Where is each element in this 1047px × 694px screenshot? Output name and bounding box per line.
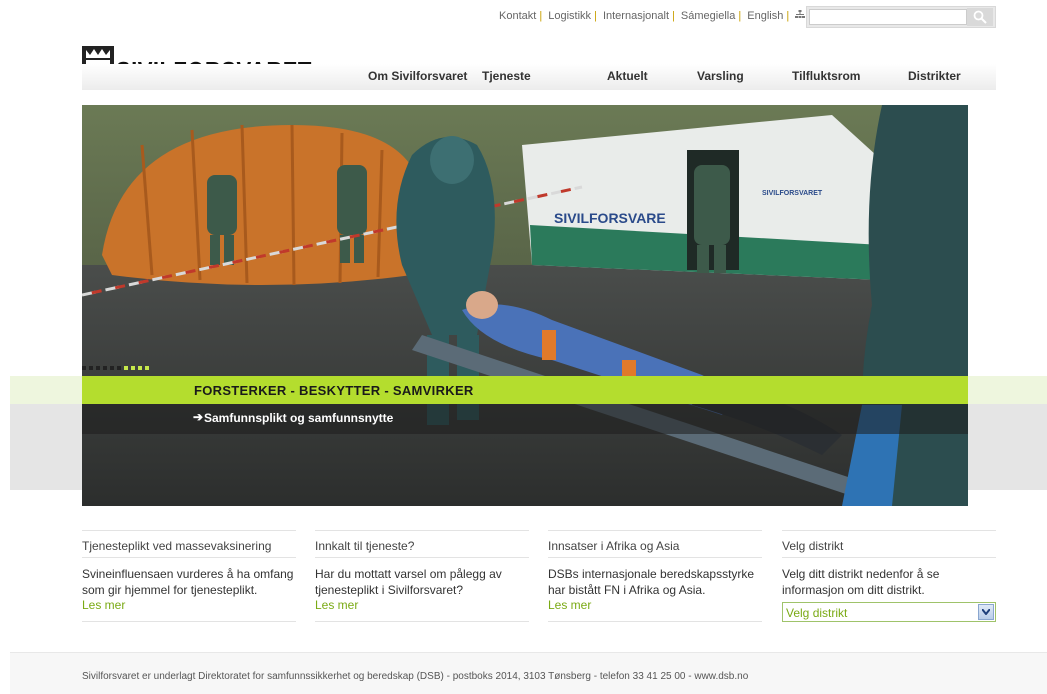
column-title: Velg distrikt xyxy=(782,539,844,553)
search-icon xyxy=(973,10,987,24)
read-more-link[interactable]: Les mer xyxy=(315,598,358,612)
slide-indicators xyxy=(82,366,149,370)
link-samegiella[interactable]: Sámegiella xyxy=(681,10,735,22)
column-velg-distrikt: Velg distrikt Velg ditt distrikt nedenfo… xyxy=(782,530,996,622)
column-text: DSBs internasjonale beredskapsstyrke har… xyxy=(548,567,755,597)
link-kontakt[interactable]: Kontakt xyxy=(499,10,536,22)
column-innkalt: Innkalt til tjeneste? Har du mottatt var… xyxy=(315,530,529,622)
sitemap-icon[interactable] xyxy=(795,10,806,22)
slide-dot[interactable] xyxy=(117,366,121,370)
column-text: Har du mottatt varsel om pålegg av tjene… xyxy=(315,567,502,597)
slide-dot[interactable] xyxy=(96,366,100,370)
caption-link[interactable]: Samfunnsplikt og samfunnsnytte xyxy=(204,411,393,425)
column-afrika-asia: Innsatser i Afrika og Asia DSBs internas… xyxy=(548,530,762,622)
slide-dot[interactable] xyxy=(110,366,114,370)
slide-dot[interactable] xyxy=(103,366,107,370)
utility-links: Kontakt | Logistikk | Internasjonalt | Sáme… xyxy=(499,10,806,22)
column-massevaksinering: Tjenesteplikt ved massevaksinering Svine… xyxy=(82,530,296,622)
read-more-link[interactable]: Les mer xyxy=(82,598,125,612)
nav-om-sivilforsvaret[interactable]: Om Sivilforsvaret xyxy=(368,69,467,83)
nav-distrikter[interactable]: Distrikter xyxy=(908,69,961,83)
link-internasjonalt[interactable]: Internasjonalt xyxy=(603,10,669,22)
read-more-link[interactable]: Les mer xyxy=(548,598,591,612)
nav-aktuelt[interactable]: Aktuelt xyxy=(607,69,648,83)
district-select[interactable]: Velg distrikt xyxy=(782,602,996,622)
main-nav: Om Sivilforsvaret Tjeneste Aktuelt Varsl… xyxy=(82,64,996,90)
column-text: Svineinfluensaen vurderes å ha omfang so… xyxy=(82,567,294,597)
column-title: Innkalt til tjeneste? xyxy=(315,539,415,553)
slide-dot[interactable] xyxy=(124,366,128,370)
nav-tjeneste[interactable]: Tjeneste xyxy=(482,69,531,83)
search-button[interactable] xyxy=(967,8,993,26)
slide-dot[interactable] xyxy=(131,366,135,370)
nav-tilfluktsrom[interactable]: Tilfluktsrom xyxy=(792,69,860,83)
chevron-down-icon[interactable] xyxy=(978,604,994,620)
link-english[interactable]: English xyxy=(747,10,783,22)
district-select-value: Velg distrikt xyxy=(786,606,848,620)
arrow-right-icon: ➔ xyxy=(193,410,204,424)
tent-label-small: SIVILFORSVARET xyxy=(762,190,823,197)
tent-label: SIVILFORSVARE xyxy=(554,210,666,226)
footer-text: Sivilforsvaret er underlagt Direktoratet… xyxy=(82,671,749,682)
column-text: Velg ditt distrikt nedenfor å se informa… xyxy=(782,567,940,597)
nav-varsling[interactable]: Varsling xyxy=(697,69,744,83)
column-title: Tjenesteplikt ved massevaksinering xyxy=(82,539,272,553)
slide-dot[interactable] xyxy=(145,366,149,370)
slide-dot[interactable] xyxy=(82,366,86,370)
hero-image[interactable]: SIVILFORSVARE SIVILFORSVARET xyxy=(82,105,968,506)
search-box xyxy=(806,6,996,28)
column-title: Innsatser i Afrika og Asia xyxy=(548,539,680,553)
search-input[interactable] xyxy=(809,9,967,25)
slogan-text: FORSTERKER - BESKYTTER - SAMVIRKER xyxy=(194,383,474,398)
slide-dot[interactable] xyxy=(89,366,93,370)
link-logistikk[interactable]: Logistikk xyxy=(548,10,591,22)
slide-dot[interactable] xyxy=(138,366,142,370)
